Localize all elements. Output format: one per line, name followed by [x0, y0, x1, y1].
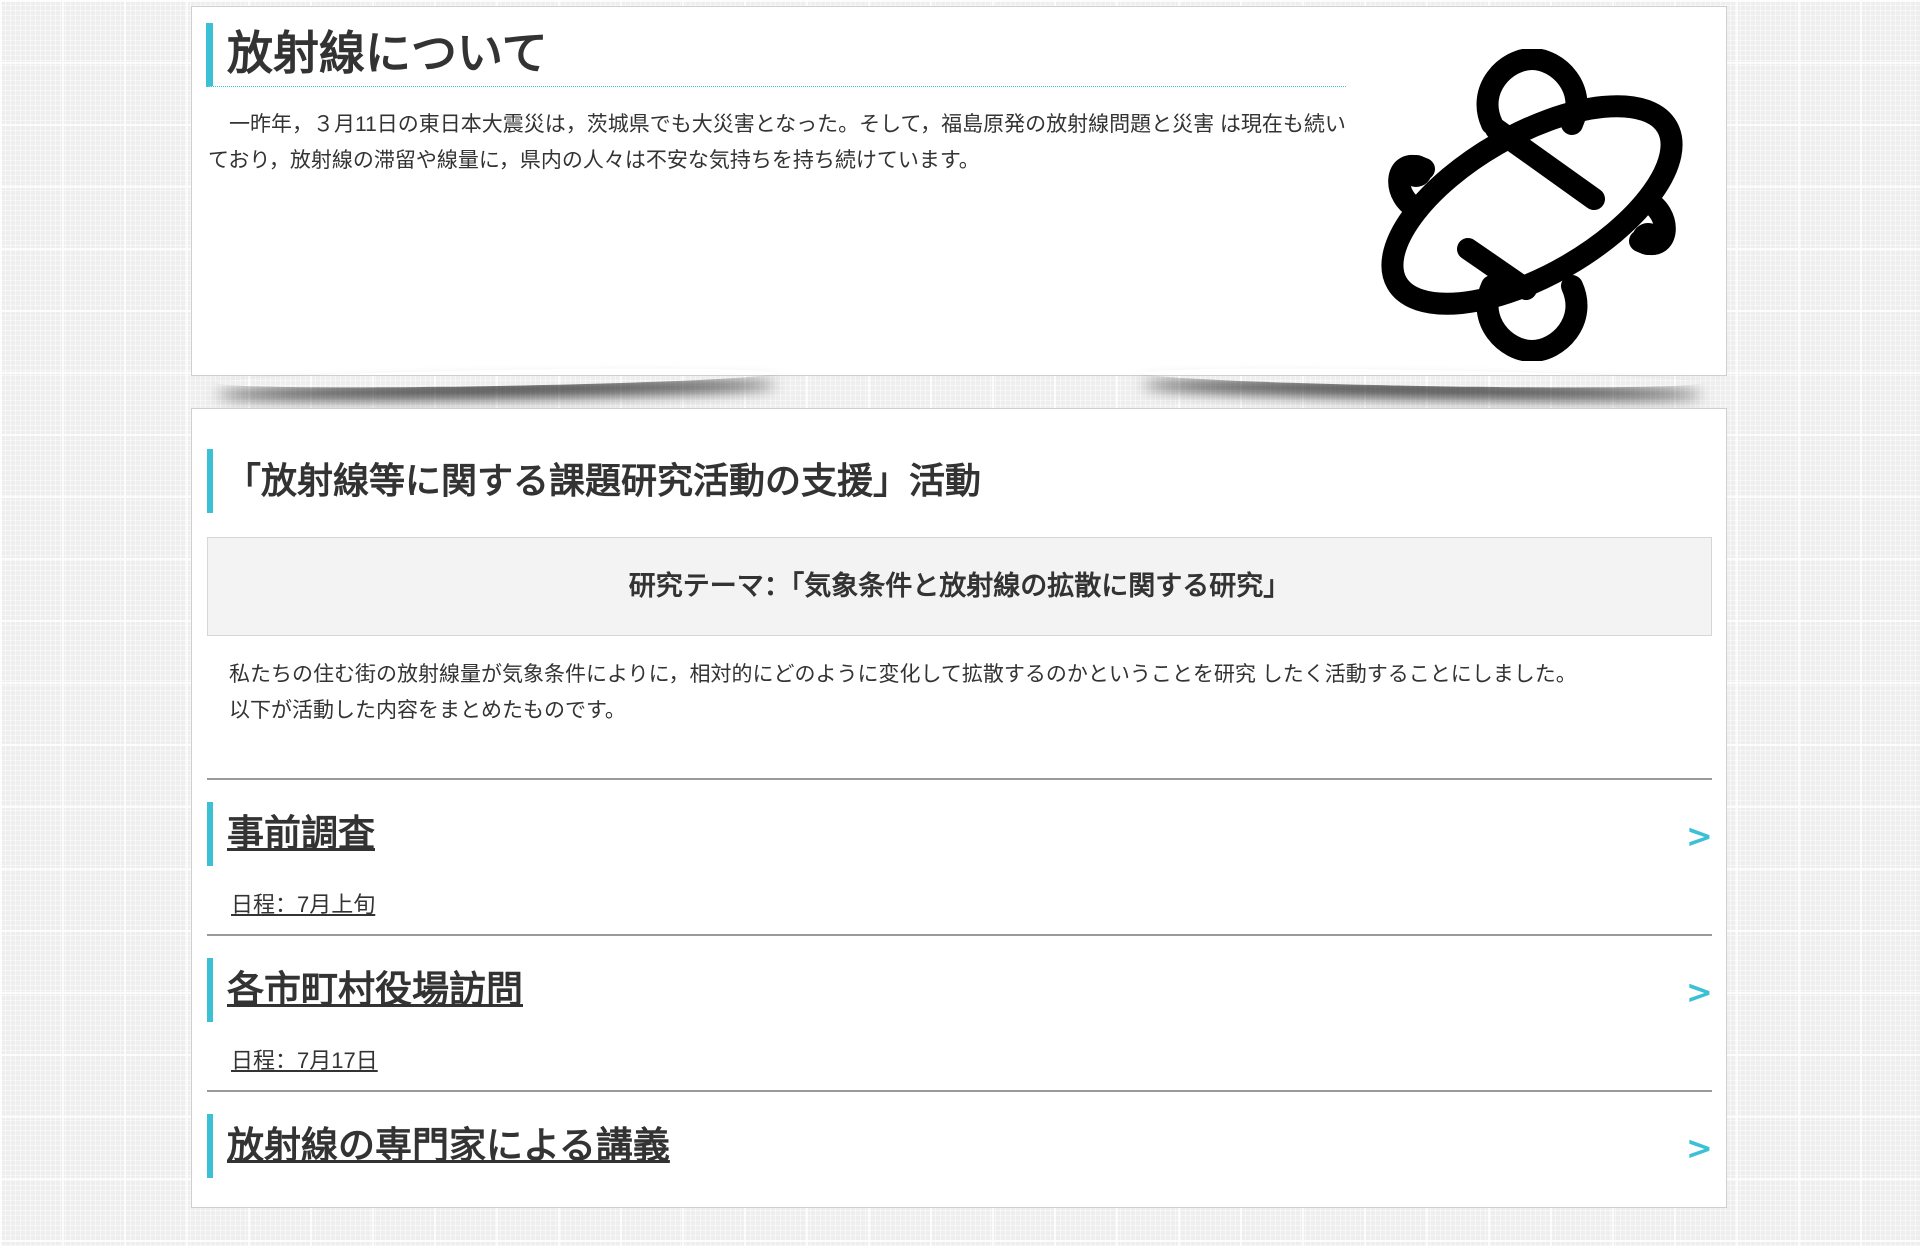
- chevron-right-icon[interactable]: >: [1686, 816, 1713, 856]
- research-theme: 研究テーマ：「気象条件と放射線の拡散に関する研究」: [207, 537, 1712, 636]
- activity-item-title[interactable]: 放射線の専門家による講義: [207, 1114, 670, 1178]
- activity-panel: 「放射線等に関する課題研究活動の支援」活動 研究テーマ：「気象条件と放射線の拡散…: [191, 408, 1727, 1208]
- intro-text: 一昨年，３月11日の東日本大震災は，茨城県でも大災害となった。そして，福島原発の…: [208, 113, 1346, 172]
- intro-title: 放射線について: [206, 23, 1346, 87]
- activity-item-date[interactable]: 日程：7月上旬: [231, 890, 375, 920]
- activity-item-municipal-visit[interactable]: 各市町村役場訪問 > 日程：7月17日: [207, 934, 1713, 1090]
- activity-heading: 「放射線等に関する課題研究活動の支援」活動: [207, 449, 981, 513]
- activity-item-date[interactable]: 日程：7月17日: [231, 1046, 378, 1076]
- description-paragraph: 以下が活動した内容をまとめたものです。: [229, 699, 626, 722]
- chevron-right-icon[interactable]: >: [1686, 1128, 1713, 1168]
- chevron-right-icon[interactable]: >: [1686, 972, 1713, 1012]
- activity-item-title[interactable]: 事前調査: [207, 802, 375, 866]
- atom-icon: [1381, 49, 1683, 361]
- activity-item-title[interactable]: 各市町村役場訪問: [207, 958, 523, 1022]
- intro-panel: 放射線について 一昨年，３月11日の東日本大震災は，茨城県でも大災害となった。そ…: [191, 6, 1727, 376]
- activity-item-expert-lecture[interactable]: 放射線の専門家による講義 >: [207, 1090, 1713, 1246]
- activity-item-pre-survey[interactable]: 事前調査 > 日程：7月上旬: [207, 778, 1713, 934]
- description-paragraph: 私たちの住む街の放射線量が気象条件によりに，相対的にどのように変化して拡散するの…: [229, 663, 1577, 686]
- activity-description: 私たちの住む街の放射線量が気象条件によりに，相対的にどのように変化して拡散するの…: [208, 657, 1713, 729]
